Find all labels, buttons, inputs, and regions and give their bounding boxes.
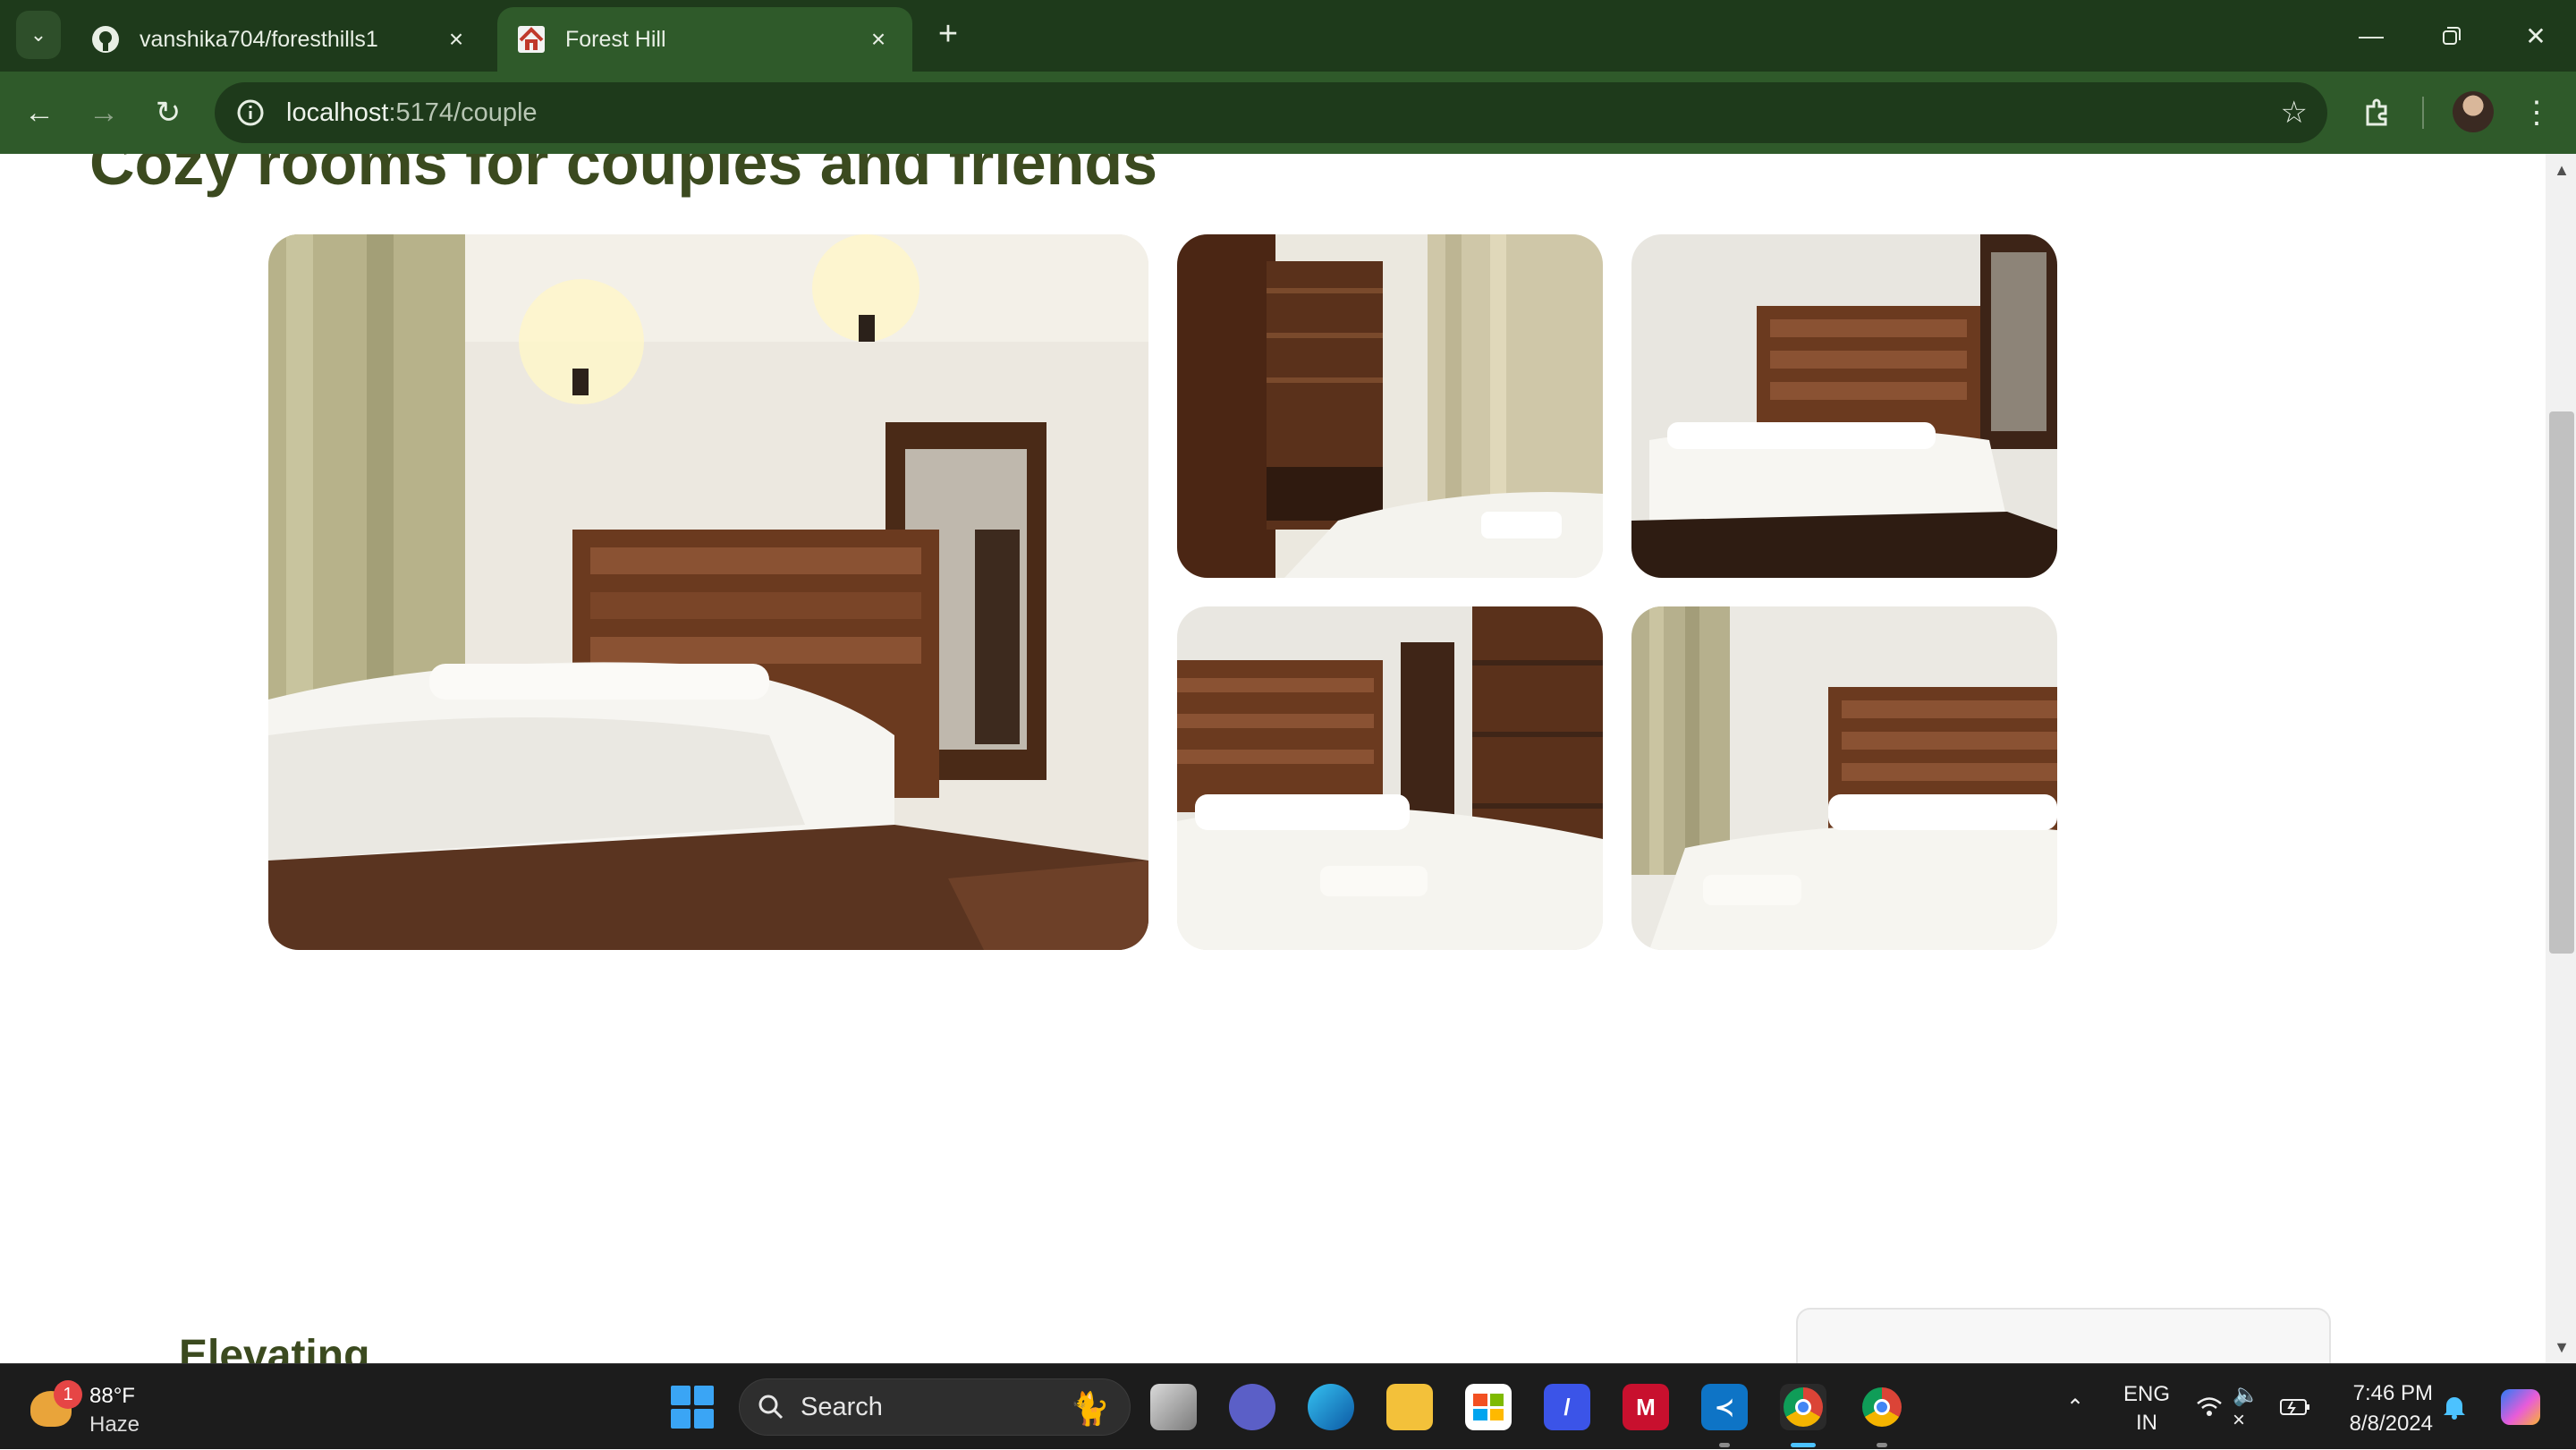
- active-indicator: [1791, 1443, 1816, 1447]
- task-view-icon[interactable]: [1150, 1384, 1197, 1430]
- url-host: localhost: [286, 98, 389, 127]
- site-info-icon[interactable]: [233, 95, 268, 131]
- weather-widget[interactable]: 1 88°F Haze: [27, 1377, 161, 1437]
- tab-search-button[interactable]: ⌄: [16, 11, 61, 59]
- tab-title: vanshika704/foresthills1: [140, 26, 378, 52]
- chrome-icon[interactable]: [1780, 1384, 1826, 1430]
- clock-time: 7:46 PM: [2352, 1381, 2433, 1405]
- back-icon[interactable]: ←: [18, 91, 61, 134]
- new-tab-button[interactable]: +: [930, 15, 966, 53]
- taskbar-search[interactable]: Search 🐈: [739, 1378, 1131, 1436]
- file-explorer-icon[interactable]: [1386, 1384, 1433, 1430]
- github-icon: [89, 23, 122, 55]
- microsoft-store-icon[interactable]: [1465, 1384, 1512, 1430]
- copilot-icon[interactable]: [2494, 1364, 2547, 1450]
- weather-desc: Haze: [89, 1412, 140, 1437]
- minimize-icon[interactable]: —: [2331, 9, 2411, 63]
- volume-muted-icon[interactable]: 🔈×: [2233, 1364, 2265, 1450]
- tab-forest-hill[interactable]: Forest Hill ×: [497, 7, 912, 72]
- info-card: [1796, 1308, 2331, 1363]
- notification-bell-icon[interactable]: [2438, 1364, 2470, 1450]
- scroll-down-icon[interactable]: ▼: [2549, 1335, 2574, 1360]
- gallery-photo-main[interactable]: [268, 234, 1148, 950]
- search-highlight-cat-icon: 🐈: [1070, 1390, 1110, 1427]
- gallery-photo-wardrobe[interactable]: [1177, 234, 1603, 578]
- page-heading: Cozy rooms for couples and friends: [89, 154, 1158, 198]
- restore-icon[interactable]: [2411, 9, 2492, 63]
- language-indicator[interactable]: ENG IN: [2111, 1380, 2182, 1437]
- running-indicator: [1719, 1443, 1730, 1447]
- wifi-icon[interactable]: [2193, 1364, 2225, 1450]
- reload-icon[interactable]: ↻: [147, 91, 190, 134]
- battery-icon[interactable]: [2277, 1364, 2313, 1450]
- vscode-icon[interactable]: ≺: [1701, 1384, 1748, 1430]
- forward-icon[interactable]: →: [82, 91, 125, 134]
- teams-chat-icon[interactable]: [1229, 1384, 1275, 1430]
- toolbar-divider: [2422, 97, 2424, 129]
- chrome-icon[interactable]: [1859, 1384, 1905, 1430]
- close-icon[interactable]: ×: [862, 23, 894, 55]
- scrollbar-thumb[interactable]: [2549, 411, 2574, 954]
- gallery-photo-headboard[interactable]: [1631, 234, 2057, 578]
- chevron-down-icon: ⌄: [30, 23, 47, 46]
- browser-toolbar: ← → ↻ localhost:5174/couple ☆ ⋮: [0, 72, 2576, 154]
- weather-temp: 88°F: [89, 1384, 135, 1408]
- tab-github[interactable]: vanshika704/foresthills1 ×: [72, 7, 490, 72]
- mcafee-icon[interactable]: M: [1623, 1384, 1669, 1430]
- url-path: :5174/couple: [388, 98, 538, 127]
- browser-titlebar: ⌄ vanshika704/foresthills1 × Forest Hill…: [0, 0, 2576, 72]
- lang-line2: IN: [2136, 1411, 2157, 1435]
- weather-badge: 1: [54, 1380, 82, 1409]
- menu-kebab-icon[interactable]: ⋮: [2515, 91, 2558, 134]
- extensions-icon[interactable]: [2356, 91, 2399, 134]
- system-clock[interactable]: 7:46 PM 8/8/2024: [2326, 1378, 2433, 1439]
- power-automate-icon[interactable]: /: [1544, 1384, 1590, 1430]
- windows-start-icon[interactable]: [671, 1386, 714, 1429]
- house-icon: [515, 23, 547, 55]
- show-hidden-icons-icon[interactable]: ⌃: [2057, 1364, 2093, 1450]
- gallery-photo-curtain[interactable]: [1631, 606, 2057, 950]
- windows-taskbar: 1 88°F Haze Search 🐈 / M ≺ ⌃ ENG IN 🔈× 7…: [0, 1363, 2576, 1449]
- window-close-icon[interactable]: ✕: [2496, 9, 2576, 63]
- search-label: Search: [801, 1392, 883, 1421]
- edge-icon[interactable]: [1308, 1384, 1354, 1430]
- gallery-photo-door[interactable]: [1177, 606, 1603, 950]
- section-heading: Elevating: [179, 1332, 370, 1363]
- address-bar[interactable]: localhost:5174/couple ☆: [215, 82, 2327, 143]
- search-icon: [758, 1395, 784, 1420]
- running-indicator: [1877, 1443, 1887, 1447]
- page-viewport: Cozy rooms for couples and friends Eleva…: [0, 154, 2546, 1363]
- profile-avatar[interactable]: [2453, 91, 2494, 132]
- scroll-up-icon[interactable]: ▲: [2549, 157, 2574, 182]
- close-icon[interactable]: ×: [440, 23, 472, 55]
- lang-line1: ENG: [2123, 1382, 2170, 1406]
- clock-date: 8/8/2024: [2349, 1412, 2433, 1436]
- tab-title: Forest Hill: [565, 26, 666, 52]
- bookmark-star-icon[interactable]: ☆: [2281, 95, 2308, 131]
